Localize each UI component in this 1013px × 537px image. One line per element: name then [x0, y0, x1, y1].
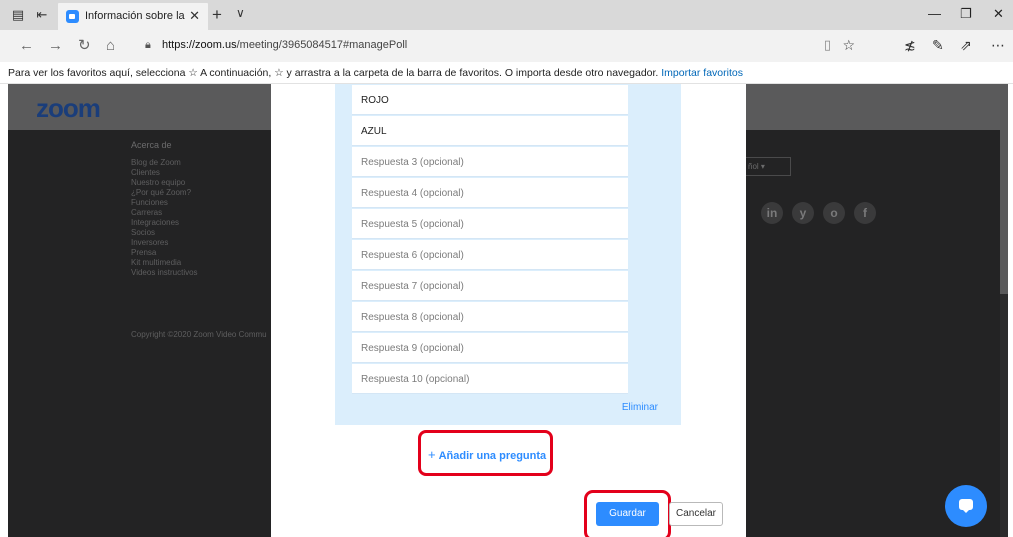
minimize-button[interactable]: —	[928, 6, 941, 21]
favorite-star-icon[interactable]: ☆	[842, 37, 855, 54]
footer-link[interactable]: ¿Por qué Zoom?	[131, 188, 191, 198]
home-icon[interactable]: ⌂	[106, 38, 115, 54]
poll-question-panel: ROJO AZUL Respuesta 3 (opcional) Respuesta …	[335, 84, 681, 425]
lock-icon[interactable]: 🔒︎	[145, 39, 151, 52]
footer-link[interactable]: Kit multimedia	[131, 258, 181, 268]
browser-tab[interactable]: Información sobre la reu ✕	[58, 3, 208, 30]
answer-input[interactable]: Respuesta 4 (opcional)	[352, 178, 628, 208]
youtube-icon[interactable]: o	[823, 202, 845, 224]
favorites-bar: Para ver los favoritos aquí, selecciona …	[0, 62, 1013, 84]
footer-link[interactable]: Carreras	[131, 208, 162, 218]
language-select[interactable]: ñol ▾	[743, 157, 791, 176]
zoom-logo: zoom	[36, 93, 101, 123]
answer-input[interactable]: AZUL	[352, 116, 628, 146]
import-favorites-link[interactable]: Importar favoritos	[661, 67, 743, 79]
add-question-label: Añadir una pregunta	[438, 450, 547, 462]
answer-input[interactable]: Respuesta 6 (opcional)	[352, 240, 628, 270]
more-menu-icon[interactable]: ⋯	[991, 37, 1005, 54]
footer-link[interactable]: Prensa	[131, 248, 156, 258]
footer-link[interactable]: Clientes	[131, 168, 160, 178]
browser-tab-bar: ▤ ⇤ Información sobre la reu ✕ + ∨ — ❐ ✕	[0, 0, 1013, 30]
forward-arrow-icon[interactable]: →	[48, 38, 63, 54]
favorites-hub-icon[interactable]: ≴	[904, 37, 916, 54]
footer-about-title: Acerca de	[131, 140, 172, 150]
footer-link[interactable]: Socios	[131, 228, 155, 238]
save-button[interactable]: Guardar	[596, 502, 659, 526]
footer-link[interactable]: Funciones	[131, 198, 168, 208]
restore-button[interactable]: ❐	[960, 6, 972, 22]
page-scrollbar-thumb[interactable]	[1000, 84, 1008, 294]
footer-copyright: Copyright ©2020 Zoom Video Commu	[131, 330, 267, 339]
answer-input[interactable]: Respuesta 9 (opcional)	[352, 333, 628, 363]
footer-link[interactable]: Nuestro equipo	[131, 178, 185, 188]
back-arrow-icon[interactable]: ←	[19, 38, 34, 54]
tab-title: Información sobre la reu	[85, 10, 185, 22]
linkedin-icon[interactable]: in	[761, 202, 783, 224]
cancel-button[interactable]: Cancelar	[669, 502, 723, 526]
answer-input[interactable]: Respuesta 8 (opcional)	[352, 302, 628, 332]
poll-editor-modal: ROJO AZUL Respuesta 3 (opcional) Respuesta …	[271, 84, 746, 537]
tab-preview-chevron-icon[interactable]: ∨	[236, 6, 245, 20]
tab-close-icon[interactable]: ✕	[189, 8, 200, 24]
refresh-icon[interactable]: ↻	[78, 38, 91, 54]
answer-input[interactable]: ROJO	[352, 85, 628, 115]
facebook-icon[interactable]: f	[854, 202, 876, 224]
address-bar[interactable]: 🔒︎ https://zoom.us/meeting/3965084517#ma…	[140, 35, 865, 57]
reading-view-icon[interactable]: ▯	[824, 37, 831, 53]
footer-link[interactable]: Integraciones	[131, 218, 179, 228]
page-scrollbar[interactable]	[1000, 84, 1008, 537]
url-text[interactable]: https://zoom.us/meeting/3965084517#manag…	[162, 39, 407, 51]
set-aside-tabs-icon[interactable]: ⇤	[34, 7, 50, 23]
web-note-pen-icon[interactable]: ✎	[932, 37, 944, 54]
answer-input[interactable]: Respuesta 3 (opcional)	[352, 147, 628, 177]
chat-support-icon[interactable]	[945, 485, 987, 527]
footer-link[interactable]: Blog de Zoom	[131, 158, 181, 168]
window-close-button[interactable]: ✕	[993, 6, 1004, 22]
answer-input[interactable]: Respuesta 7 (opcional)	[352, 271, 628, 301]
zoom-favicon-icon	[66, 10, 79, 23]
delete-question-link[interactable]: Eliminar	[622, 402, 658, 413]
favorites-bar-message: Para ver los favoritos aquí, selecciona …	[8, 67, 743, 79]
plus-icon: +	[428, 447, 436, 462]
new-tab-button[interactable]: +	[212, 5, 222, 25]
answer-input[interactable]: Respuesta 5 (opcional)	[352, 209, 628, 239]
footer-link[interactable]: Videos instructivos	[131, 268, 198, 278]
answer-input[interactable]: Respuesta 10 (opcional)	[352, 364, 628, 394]
twitter-icon[interactable]: y	[792, 202, 814, 224]
browser-nav-bar: ← → ↻ ⌂ 🔒︎ https://zoom.us/meeting/39650…	[0, 30, 1013, 62]
add-question-button[interactable]: + Añadir una pregunta	[418, 430, 553, 476]
share-icon[interactable]: ⇗	[960, 37, 972, 54]
tab-actions-icon[interactable]: ▤	[10, 7, 26, 23]
footer-link[interactable]: Inversores	[131, 238, 168, 248]
